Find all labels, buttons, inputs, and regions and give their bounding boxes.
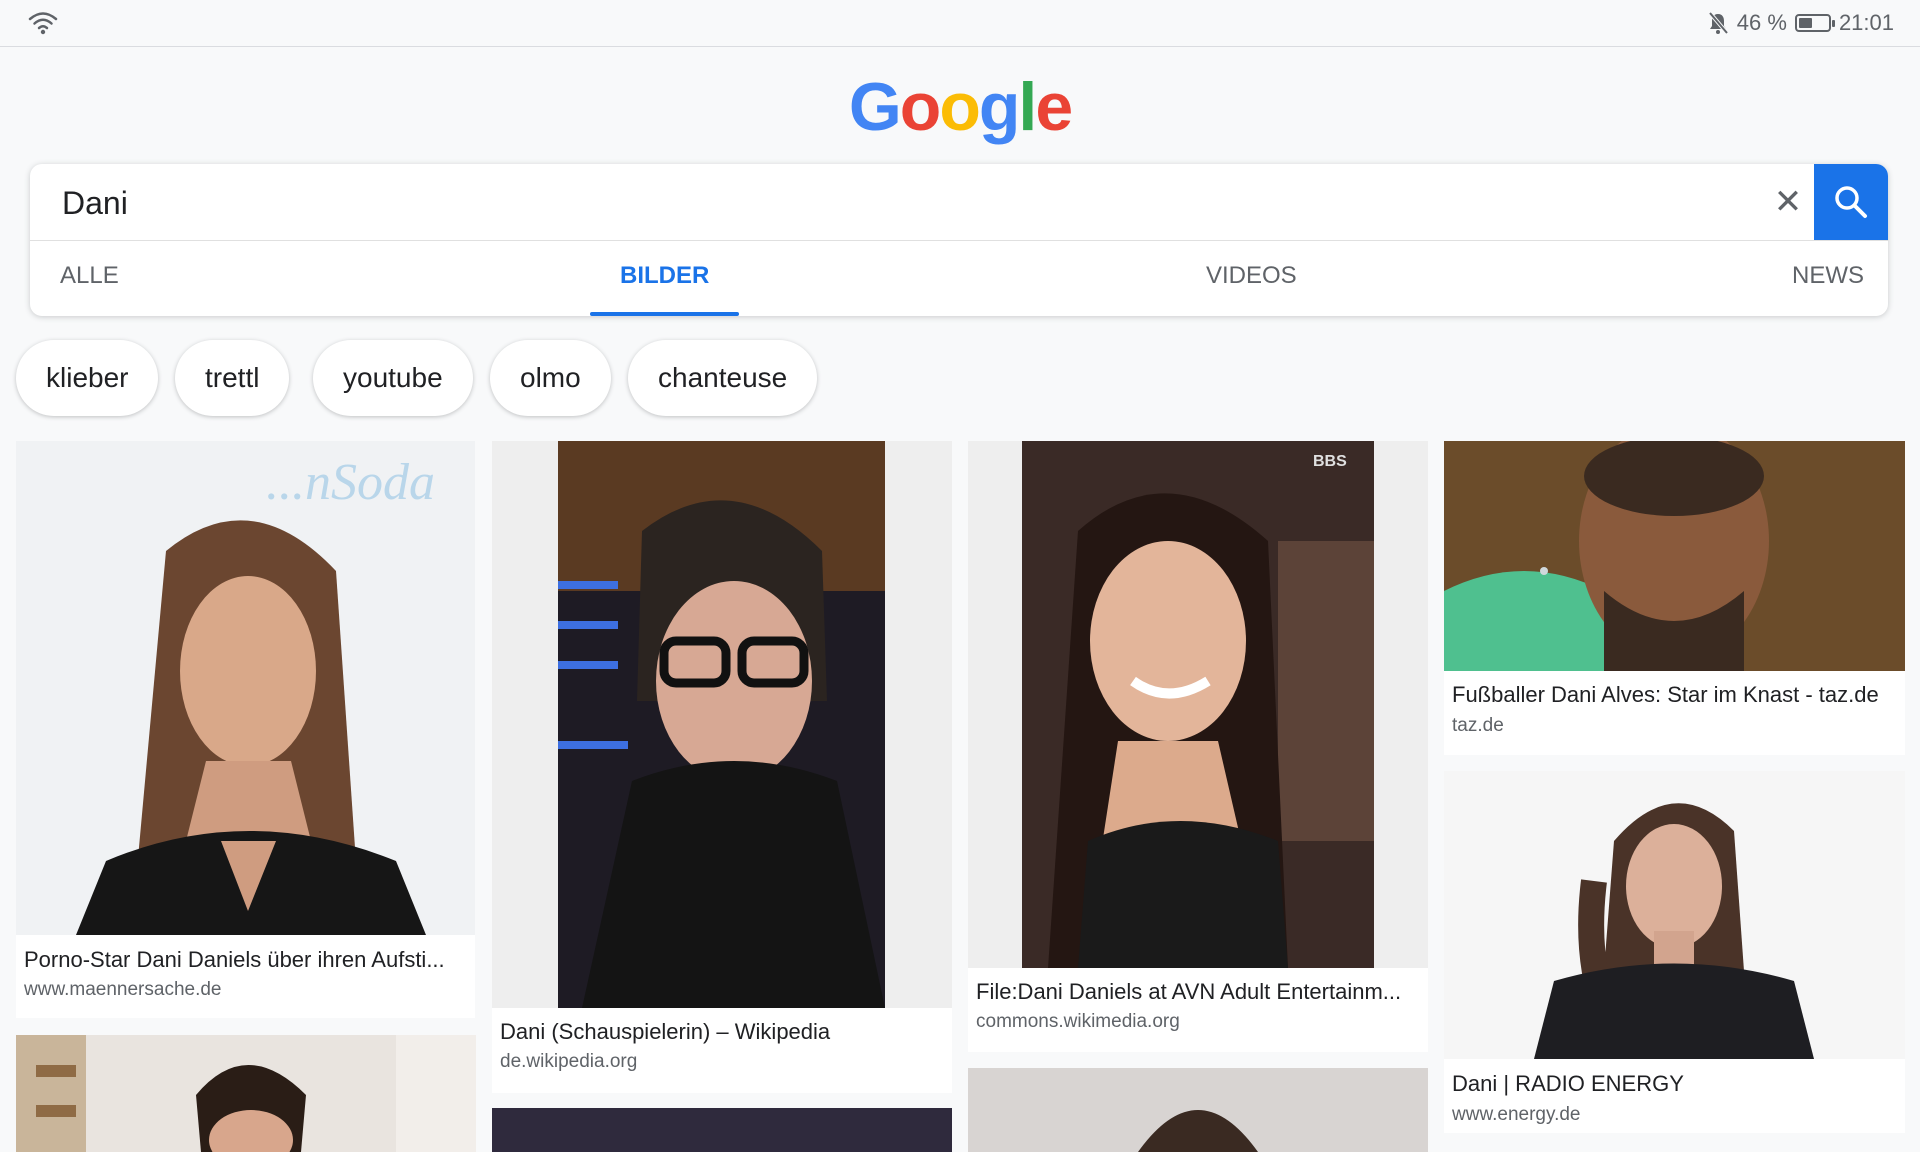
result-thumbnail [1444, 771, 1905, 1059]
svg-text:BBS: BBS [1313, 453, 1347, 470]
tab-videos[interactable]: VIDEOS [1206, 241, 1297, 316]
result-thumbnail [492, 441, 952, 1008]
clock: 21:01 [1838, 10, 1894, 35]
result-title: Porno-Star Dani Daniels über ihren Aufst… [24, 947, 445, 972]
clear-search-button[interactable]: ✕ [1766, 180, 1810, 224]
result-source: www.energy.de [1452, 1104, 1581, 1125]
status-right: 46 % 21:01 [1707, 8, 1894, 38]
result-title: Fußballer Dani Alves: Star im Knast - ta… [1452, 682, 1879, 707]
result-thumbnail [968, 1068, 1428, 1152]
status-bar: 46 % 21:01 [0, 0, 1920, 47]
close-icon: ✕ [1773, 183, 1803, 221]
image-result[interactable]: Dani (Schauspielerin) – Wikipedia de.wik… [492, 441, 952, 1093]
logo-letter: o [899, 69, 942, 145]
image-result[interactable] [968, 1068, 1428, 1152]
logo-letter: o [939, 69, 981, 145]
logo-letter: l [1018, 69, 1037, 145]
search-input[interactable] [60, 178, 1664, 228]
image-result[interactable]: BBS File:Dani Daniels at AVN Adult Enter… [968, 441, 1428, 1052]
search-row: ✕ [30, 164, 1888, 241]
result-thumbnail: BBS [968, 441, 1428, 968]
result-thumbnail [16, 1035, 476, 1152]
battery-percent: 46 % [1736, 10, 1787, 35]
chip-klieber[interactable]: klieber [16, 340, 159, 416]
image-result[interactable]: Dani | RADIO ENERGY www.energy.de [1444, 771, 1905, 1133]
result-title: Dani | RADIO ENERGY [1452, 1071, 1684, 1096]
image-result[interactable] [16, 1035, 476, 1152]
chip-chanteuse[interactable]: chanteuse [628, 340, 818, 416]
logo-letter: G [848, 69, 902, 145]
result-title: Dani (Schauspielerin) – Wikipedia [500, 1019, 831, 1044]
result-source: commons.wikimedia.org [976, 1011, 1180, 1032]
result-thumbnail: ...nSoda [16, 441, 475, 935]
search-button[interactable] [1814, 164, 1888, 240]
search-tabs: ALLE BILDER VIDEOS NEWS [30, 241, 1888, 316]
search-icon [1835, 186, 1867, 218]
result-thumbnail [492, 1108, 952, 1152]
google-logo: Google [0, 68, 1920, 146]
search-card: ✕ ALLE BILDER VIDEOS NEWS [30, 164, 1888, 316]
chip-olmo[interactable]: olmo [490, 340, 611, 416]
logo-letter: e [1035, 69, 1073, 145]
result-source: de.wikipedia.org [500, 1051, 638, 1072]
chip-youtube[interactable]: youtube [313, 340, 473, 416]
image-result[interactable]: Fußballer Dani Alves: Star im Knast - ta… [1444, 441, 1905, 755]
logo-letter: g [978, 69, 1021, 145]
battery-fill [1798, 18, 1812, 28]
chip-trettl[interactable]: trettl [175, 340, 290, 416]
svg-text:...nSoda: ...nSoda [266, 454, 435, 511]
battery-icon [1794, 14, 1835, 32]
result-thumbnail [1444, 441, 1905, 671]
result-source: taz.de [1452, 715, 1504, 736]
result-source: www.maennersache.de [24, 979, 222, 1000]
result-title: File:Dani Daniels at AVN Adult Entertain… [976, 979, 1402, 1004]
tab-news[interactable]: NEWS [1792, 241, 1864, 316]
image-result[interactable] [492, 1108, 952, 1152]
image-result[interactable]: ...nSoda Porno-Star Dani Daniels über ih… [16, 441, 475, 1018]
tab-bilder[interactable]: BILDER [589, 241, 740, 316]
mute-bell-icon [1708, 11, 1729, 35]
tab-alle[interactable]: ALLE [60, 241, 119, 316]
wifi-icon [28, 12, 58, 35]
